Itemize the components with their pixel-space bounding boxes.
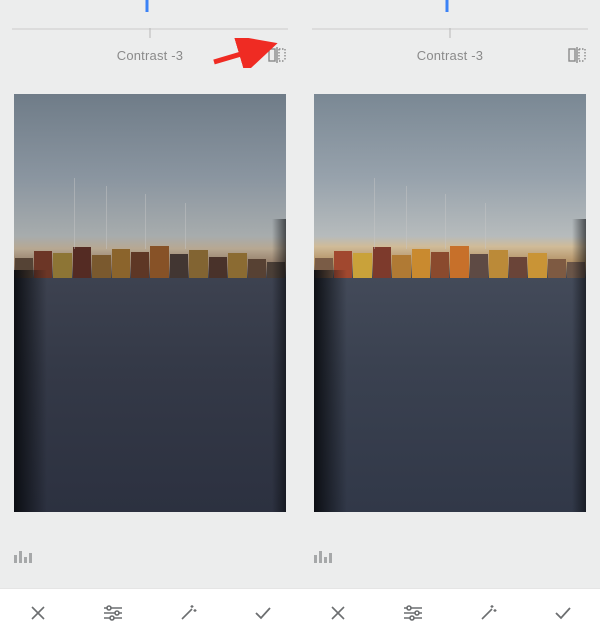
slider-center-tick — [150, 28, 151, 38]
slider-thumb[interactable] — [146, 0, 149, 12]
bottom-toolbar — [300, 588, 600, 636]
photo-buildings — [314, 232, 586, 282]
adjust-label: Contrast -3 — [14, 48, 286, 63]
check-icon[interactable] — [243, 593, 283, 633]
tune-icon[interactable] — [93, 593, 133, 633]
close-icon[interactable] — [318, 593, 358, 633]
photo-preview[interactable] — [314, 94, 586, 512]
adjust-slider[interactable] — [0, 0, 300, 38]
histogram-icon[interactable] — [314, 543, 586, 578]
close-icon[interactable] — [18, 593, 58, 633]
adjust-label: Contrast -3 — [314, 48, 586, 63]
bottom-toolbar — [0, 588, 300, 636]
check-icon[interactable] — [543, 593, 583, 633]
adjust-slider[interactable] — [300, 0, 600, 38]
compare-icon[interactable] — [568, 47, 586, 63]
compare-icon[interactable] — [268, 47, 286, 63]
photo-preview[interactable] — [14, 94, 286, 512]
editor-pane-left: Contrast -3 — [0, 0, 300, 636]
photo-buildings — [14, 232, 286, 282]
slider-track — [12, 28, 288, 30]
slider-thumb[interactable] — [446, 0, 449, 12]
slider-track — [312, 28, 588, 30]
editor-pane-right: Contrast -3 — [300, 0, 600, 636]
slider-center-tick — [450, 28, 451, 38]
magic-wand-icon[interactable] — [468, 593, 508, 633]
magic-wand-icon[interactable] — [168, 593, 208, 633]
tune-icon[interactable] — [393, 593, 433, 633]
histogram-icon[interactable] — [14, 543, 286, 578]
